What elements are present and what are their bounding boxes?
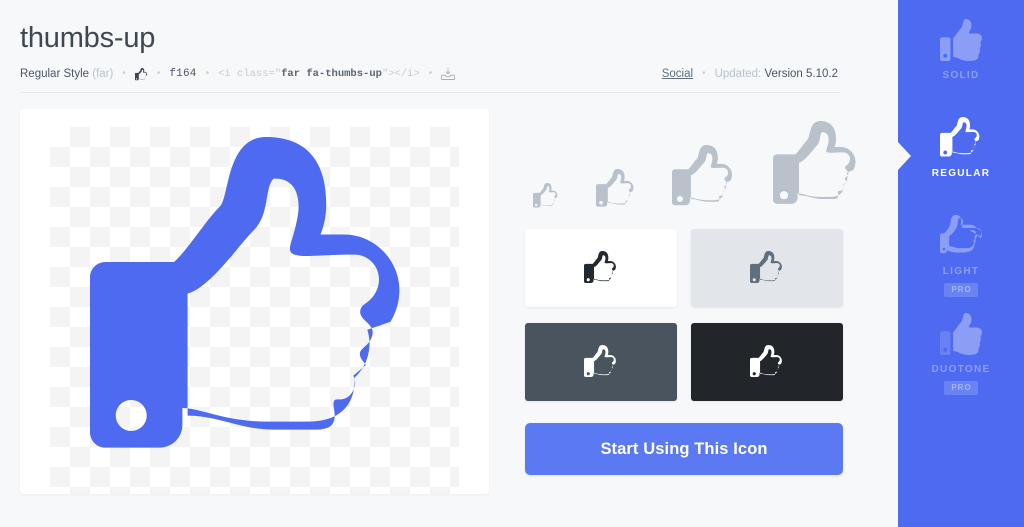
style-prefix-code: (far) <box>92 68 114 81</box>
swatch-slate[interactable] <box>525 323 677 402</box>
page-title: thumbs-up <box>20 22 156 54</box>
color-swatch-grid <box>525 229 865 402</box>
icon-showcase-column: Start Using This Icon <box>525 109 865 494</box>
thumbs-up-icon <box>134 67 148 81</box>
updated-info: Updated: Version 5.10.2 <box>715 68 838 80</box>
meta-separator-2: • <box>156 68 161 80</box>
thumbs-up-regular-icon <box>940 116 982 160</box>
snippet-classes: far fa-thumbs-up <box>281 68 382 81</box>
start-using-icon-button[interactable]: Start Using This Icon <box>525 423 843 476</box>
sidebar-item-regular[interactable]: REGULAR <box>898 116 1024 212</box>
style-name: Regular Style <box>20 68 90 81</box>
style-sidebar: SOLID REGULAR LIGHT PRO DUOTONE PRO <box>898 0 1024 527</box>
thumbs-up-light-icon <box>940 214 982 258</box>
sidebar-item-label-light: LIGHT <box>942 266 980 277</box>
thumbs-up-solid-icon <box>940 18 982 62</box>
category-link[interactable]: Social <box>662 68 693 80</box>
swatch-light[interactable] <box>691 229 843 308</box>
thumbs-up-icon-sm <box>595 169 636 209</box>
size-ramp <box>525 113 865 209</box>
sidebar-item-label-solid: SOLID <box>942 70 980 81</box>
thumbs-up-icon-xs <box>533 183 559 209</box>
swatch-white[interactable] <box>525 229 677 308</box>
unicode-value: f164 <box>169 68 197 81</box>
sidebar-item-label-duotone: DUOTONE <box>931 364 991 375</box>
meta-separator-1: • <box>122 68 126 80</box>
preview-thumbs-up-icon <box>20 109 489 494</box>
thumbs-up-icon-lg <box>772 121 861 209</box>
html-snippet[interactable]: <i class="far fa-thumbs-up"></i> <box>218 68 420 80</box>
thumbs-up-duotone-icon <box>940 312 982 356</box>
meta-left-group: Regular Style (far) • • f164 • <i class=… <box>20 67 456 81</box>
icon-meta-row: Regular Style (far) • • f164 • <i class=… <box>20 67 840 94</box>
pro-badge-light: PRO <box>944 283 978 298</box>
content-area: Start Using This Icon <box>0 93 898 495</box>
download-icon[interactable] <box>441 67 456 81</box>
snippet-prefix: <i class=" <box>218 68 282 81</box>
sidebar-item-light[interactable]: LIGHT PRO <box>898 214 1024 310</box>
sidebar-item-duotone[interactable]: DUOTONE PRO <box>898 312 1024 408</box>
style-label: Regular Style (far) <box>20 68 113 80</box>
updated-version: Version 5.10.2 <box>764 68 838 81</box>
sidebar-item-label-regular: REGULAR <box>931 168 991 179</box>
meta-separator-4: • <box>428 68 433 80</box>
page-header: thumbs-up Regular Style (far) • • f164 •… <box>0 0 898 94</box>
updated-label: Updated: <box>714 68 762 81</box>
main-content: thumbs-up Regular Style (far) • • f164 •… <box>0 0 898 527</box>
active-indicator-arrow-icon <box>898 142 911 170</box>
snippet-suffix: "></i> <box>381 68 420 81</box>
meta-separator-3: • <box>205 68 210 80</box>
meta-right-group: Social • Updated: Version 5.10.2 <box>662 68 840 80</box>
thumbs-up-icon-md <box>672 145 736 209</box>
icon-detail-page: thumbs-up Regular Style (far) • • f164 •… <box>0 0 1024 527</box>
icon-preview-panel <box>20 109 489 495</box>
sidebar-item-solid[interactable]: SOLID <box>898 18 1024 114</box>
meta-separator-5: • <box>702 68 706 80</box>
pro-badge-duotone: PRO <box>944 381 978 396</box>
swatch-dark[interactable] <box>691 323 843 402</box>
